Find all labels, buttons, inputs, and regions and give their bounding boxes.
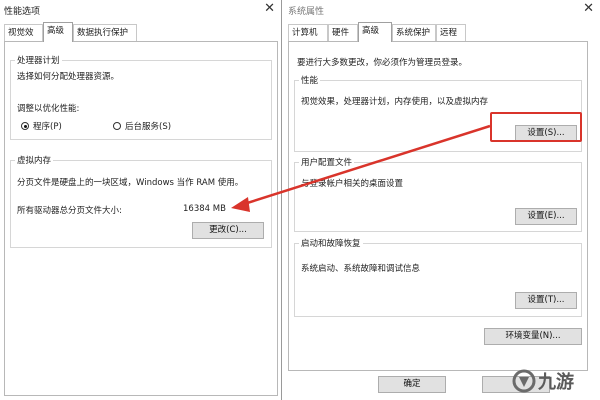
tab-advanced[interactable]: 高级 <box>358 22 392 42</box>
arrow-head <box>231 197 250 212</box>
watermark-logo: 九游 <box>512 366 594 396</box>
tab-advanced[interactable]: 高级 <box>43 22 73 42</box>
pointer-arrow-overlay <box>231 124 491 212</box>
watermark-text: 九游 <box>538 372 574 393</box>
game-controller-icon <box>512 369 536 393</box>
arrow-line <box>243 124 491 206</box>
